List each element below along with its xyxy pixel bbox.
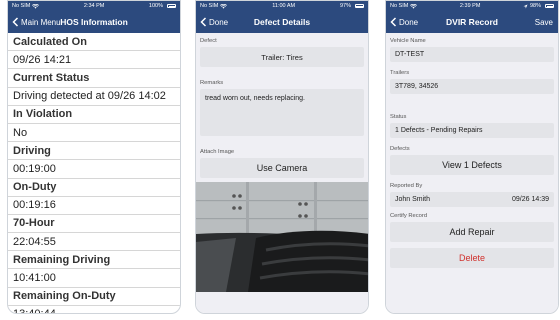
carrier-text: No SIM (200, 3, 219, 9)
chevron-left-icon (200, 17, 207, 27)
hos-field-label: In Violation (8, 106, 180, 124)
hos-field-value: 13:40:44 (8, 306, 180, 313)
hos-field-label: On-Duty (8, 179, 180, 197)
certify-record-label: Certify Record (390, 213, 428, 219)
view-defects-button[interactable]: View 1 Defects (390, 155, 554, 175)
hos-field-value: 22:04:55 (8, 233, 180, 252)
nav-bar: Main Menu HOS Information (8, 11, 180, 33)
chevron-left-icon (12, 17, 19, 27)
defect-label: Defect (200, 38, 217, 44)
trailers-label: Trailers (390, 70, 410, 76)
wifi-icon (220, 3, 228, 9)
clock-text: 2:39 PM (459, 3, 481, 9)
reported-timestamp: 09/26 14:39 (512, 196, 549, 203)
hos-field-label: Remaining Driving (8, 251, 180, 270)
status-bar: No SIM 11:00 AM 97% (196, 1, 368, 11)
defects-label: Defects (390, 146, 410, 152)
add-repair-button[interactable]: Add Repair (390, 222, 554, 242)
status-bar: No SIM 2:39 PM 98% (386, 1, 558, 11)
location-arrow-icon (523, 4, 528, 8)
carrier-text: No SIM (390, 3, 409, 9)
save-button[interactable]: Save (535, 18, 553, 27)
hos-field-value: Driving detected at 09/26 14:02 (8, 88, 180, 106)
hos-field-value: 09/26 14:21 (8, 51, 180, 70)
hos-info-list: Calculated On 09/26 14:21 Current Status Dr… (8, 33, 180, 313)
delete-button[interactable]: Delete (390, 248, 554, 268)
status-label: Status (390, 114, 407, 120)
wifi-icon (32, 3, 40, 9)
nav-bar: Done Defect Details (196, 11, 368, 33)
attached-photo[interactable] (196, 182, 368, 292)
remarks-label: Remarks (200, 80, 224, 86)
battery-icon (354, 4, 364, 8)
reported-by-label: Reported By (390, 183, 423, 189)
wifi-icon (410, 3, 418, 9)
use-camera-button[interactable]: Use Camera (200, 158, 364, 178)
hos-field-value: 00:19:16 (8, 197, 180, 215)
tire-photo-illustration (196, 182, 368, 292)
hos-field-value: No (8, 124, 180, 143)
back-label: Main Menu (21, 17, 61, 27)
status-bar: No SIM 2:34 PM 100% (8, 1, 180, 11)
hos-field-label: Driving (8, 142, 180, 161)
phone-defect-details: No SIM 11:00 AM 97% Done Defect Details … (195, 0, 369, 314)
battery-percent: 100% (148, 3, 163, 9)
trailers-field[interactable]: 3T789, 34526 (390, 79, 554, 94)
done-label: Done (209, 17, 229, 27)
hos-field-value: 10:41:00 (8, 269, 180, 288)
battery-percent: 98% (529, 3, 541, 9)
done-button[interactable]: Done (196, 17, 228, 27)
phone-dvir-record: No SIM 2:39 PM 98% Done DVIR Record Save… (385, 0, 559, 314)
clock-text: 2:34 PM (83, 3, 105, 9)
hos-field-label: Current Status (8, 69, 180, 88)
vehicle-name-field[interactable]: DT-TEST (390, 47, 554, 62)
defect-field[interactable]: Trailer: Tires (200, 47, 364, 67)
back-button[interactable]: Main Menu (8, 17, 61, 27)
nav-bar: Done DVIR Record Save (386, 11, 558, 33)
app-screenshot-collage: No SIM 2:34 PM 100% Main Menu HOS Inform… (0, 0, 560, 320)
status-field[interactable]: 1 Defects - Pending Repairs (390, 123, 554, 138)
battery-icon (545, 4, 554, 8)
hos-field-label: 70-Hour (8, 215, 180, 234)
hos-field-label: Remaining On-Duty (8, 288, 180, 306)
phone-hos-information: No SIM 2:34 PM 100% Main Menu HOS Inform… (7, 0, 181, 314)
battery-icon (167, 4, 176, 8)
clock-text: 11:00 AM (272, 3, 296, 9)
done-label: Done (399, 17, 419, 27)
defect-form: Defect Trailer: Tires Remarks tread worn… (196, 33, 368, 313)
reporter-name: John Smith (395, 196, 431, 203)
chevron-left-icon (390, 17, 397, 27)
vehicle-name-label: Vehicle Name (390, 38, 426, 44)
done-button[interactable]: Done (386, 17, 418, 27)
reported-by-field: John Smith 09/26 14:39 (390, 192, 554, 207)
hos-field-label: Calculated On (8, 33, 180, 52)
dvir-form: Vehicle Name DT-TEST Trailers 3T789, 345… (386, 33, 558, 313)
battery-percent: 97% (339, 3, 351, 9)
carrier-text: No SIM (12, 3, 31, 9)
remarks-textarea[interactable]: tread worn out, needs replacing. (200, 89, 364, 136)
attach-image-label: Attach Image (200, 149, 235, 155)
hos-field-value: 00:19:00 (8, 160, 180, 179)
